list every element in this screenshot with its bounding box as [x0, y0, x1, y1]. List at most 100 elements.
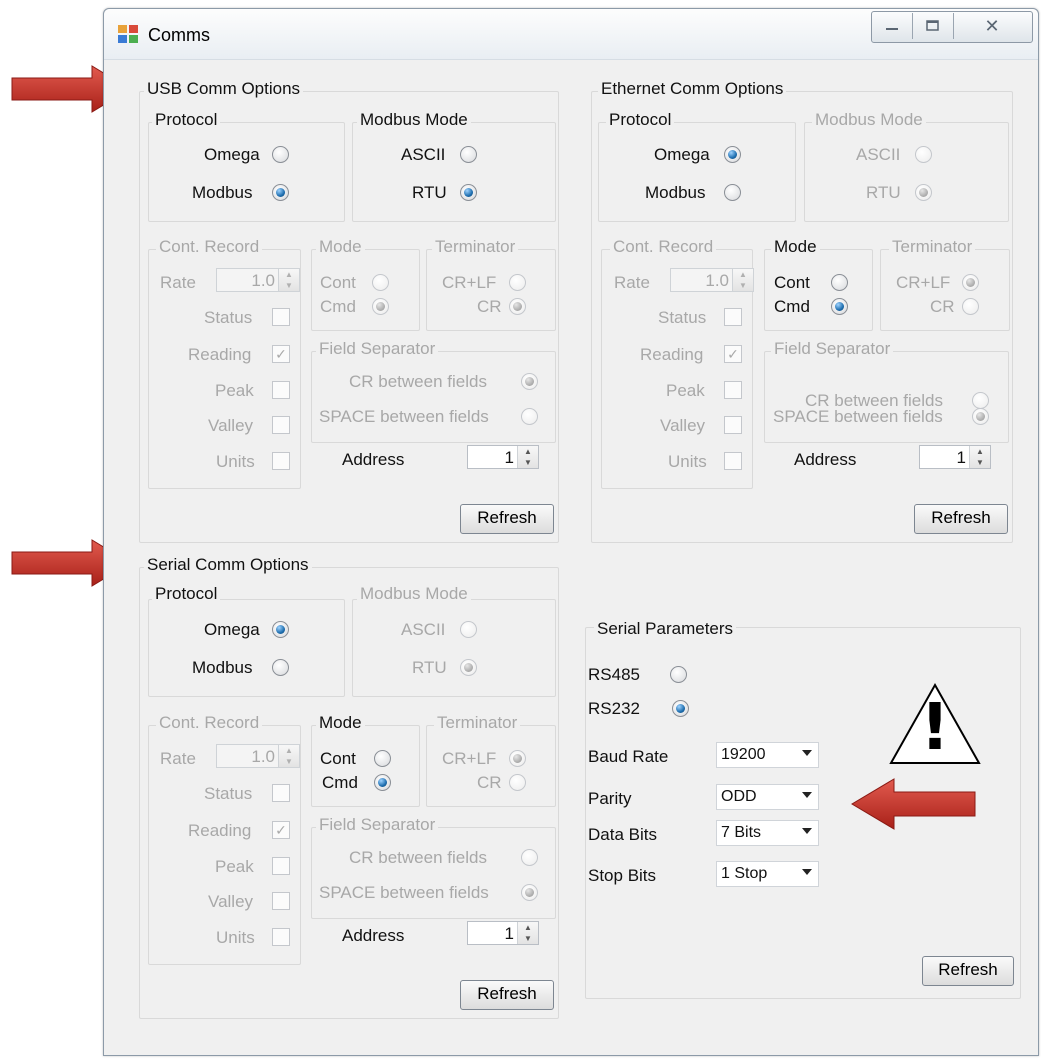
maximize-button[interactable] [913, 11, 953, 41]
serial-cr-radio[interactable] [509, 774, 526, 791]
rs232-radio[interactable] [672, 700, 689, 717]
serial-address-spinner[interactable]: 1 ▲ ▼ [467, 921, 539, 945]
serial-modbus-radio[interactable] [272, 659, 289, 676]
ethernet-rate-spinner[interactable]: 1.0 ▲ ▼ [670, 268, 754, 292]
usb-cr-between-radio[interactable] [521, 373, 538, 390]
serial-refresh-button[interactable]: Refresh [460, 980, 554, 1010]
serial-crlf-radio[interactable] [509, 750, 526, 767]
serial-units-checkbox[interactable] [272, 928, 290, 946]
ethernet-peak-checkbox[interactable] [724, 381, 742, 399]
close-icon: ✕ [984, 15, 1000, 36]
usb-units-checkbox[interactable] [272, 452, 290, 470]
usb-cr-radio[interactable] [509, 298, 526, 315]
usb-address-value: 1 [504, 448, 514, 467]
usb-cmd-radio[interactable] [372, 298, 389, 315]
data-bits-select[interactable]: 7 Bits [716, 820, 819, 846]
spin-down-icon: ▼ [285, 281, 293, 290]
serial-space-between-radio[interactable] [521, 884, 538, 901]
usb-rate-value: 1.0 [251, 271, 275, 290]
stop-bits-label: Stop Bits [588, 866, 657, 885]
serial-cmd-label: Cmd [322, 773, 358, 792]
usb-status-checkbox[interactable] [272, 308, 290, 326]
ethernet-rtu-radio[interactable] [915, 184, 932, 201]
spin-down-icon: ▼ [524, 458, 532, 467]
stop-bits-select[interactable]: 1 Stop [716, 861, 819, 887]
serial-rtu-radio[interactable] [460, 659, 477, 676]
serial-address-spin-arrows[interactable]: ▲ ▼ [517, 922, 538, 944]
serial-cr-label: CR [477, 773, 502, 792]
usb-units-label: Units [216, 452, 255, 471]
usb-valley-label: Valley [208, 416, 254, 435]
usb-rtu-radio[interactable] [460, 184, 477, 201]
parity-select[interactable]: ODD [716, 784, 819, 810]
usb-address-spinner[interactable]: 1 ▲ ▼ [467, 445, 539, 469]
data-bits-label: Data Bits [588, 825, 657, 844]
usb-protocol-title: Protocol [152, 110, 221, 130]
close-button[interactable]: ✕ [954, 11, 1030, 41]
serial-rate-spinner[interactable]: 1.0 ▲ ▼ [216, 744, 300, 768]
ethernet-refresh-button[interactable]: Refresh [914, 504, 1008, 534]
rs485-radio[interactable] [670, 666, 687, 683]
usb-crlf-radio[interactable] [509, 274, 526, 291]
serial-cr-between-radio[interactable] [521, 849, 538, 866]
serial-parameters-refresh-button[interactable]: Refresh [922, 956, 1014, 986]
usb-reading-checkbox[interactable]: ✓ [272, 345, 290, 363]
ethernet-cmd-radio[interactable] [831, 298, 848, 315]
serial-cont-radio[interactable] [374, 750, 391, 767]
ethernet-units-checkbox[interactable] [724, 452, 742, 470]
ethernet-status-checkbox[interactable] [724, 308, 742, 326]
serial-cmd-radio[interactable] [374, 774, 391, 791]
ethernet-cont-radio[interactable] [831, 274, 848, 291]
usb-omega-radio[interactable] [272, 146, 289, 163]
ethernet-cr-between-radio[interactable] [972, 392, 989, 409]
usb-field-separator-group [311, 351, 556, 443]
usb-modbus-radio[interactable] [272, 184, 289, 201]
app-icon [118, 25, 138, 43]
usb-rate-spinner[interactable]: 1.0 ▲ ▼ [216, 268, 300, 292]
usb-ascii-label: ASCII [401, 145, 446, 164]
serial-rate-spin-arrows[interactable]: ▲ ▼ [278, 745, 299, 767]
ethernet-crlf-radio[interactable] [962, 274, 979, 291]
usb-ascii-radio[interactable] [460, 146, 477, 163]
rs232-label: RS232 [588, 699, 640, 718]
usb-valley-checkbox[interactable] [272, 416, 290, 434]
usb-cont-label: Cont [320, 273, 356, 292]
ethernet-cr-radio[interactable] [962, 298, 979, 315]
serial-comm-options-title: Serial Comm Options [144, 555, 312, 575]
serial-valley-label: Valley [208, 892, 254, 911]
serial-status-checkbox[interactable] [272, 784, 290, 802]
parity-value: ODD [721, 788, 757, 805]
warning-exclamation: ! [920, 691, 950, 765]
ethernet-reading-checkbox[interactable]: ✓ [724, 345, 742, 363]
serial-ascii-radio[interactable] [460, 621, 477, 638]
serial-mode-title: Mode [316, 713, 365, 733]
ethernet-modbus-radio[interactable] [724, 184, 741, 201]
serial-valley-checkbox[interactable] [272, 892, 290, 910]
serial-omega-radio[interactable] [272, 621, 289, 638]
baud-rate-label: Baud Rate [588, 747, 669, 766]
serial-reading-label: Reading [188, 821, 252, 840]
ethernet-space-between-radio[interactable] [972, 408, 989, 425]
ethernet-omega-radio[interactable] [724, 146, 741, 163]
usb-cont-radio[interactable] [372, 274, 389, 291]
ethernet-modbus-label: Modbus [645, 183, 706, 202]
usb-address-spin-arrows[interactable]: ▲ ▼ [517, 446, 538, 468]
serial-reading-checkbox[interactable]: ✓ [272, 821, 290, 839]
baud-rate-select[interactable]: 19200 [716, 742, 819, 768]
ethernet-rate-spin-arrows[interactable]: ▲ ▼ [732, 269, 753, 291]
ethernet-ascii-radio[interactable] [915, 146, 932, 163]
ethernet-address-spin-arrows[interactable]: ▲ ▼ [969, 446, 990, 468]
serial-cr-between-label: CR between fields [349, 848, 487, 867]
usb-address-label: Address [342, 450, 405, 469]
serial-modbus-mode-title: Modbus Mode [357, 584, 471, 604]
ethernet-address-spinner[interactable]: 1 ▲ ▼ [919, 445, 991, 469]
usb-rate-spin-arrows[interactable]: ▲ ▼ [278, 269, 299, 291]
usb-peak-checkbox[interactable] [272, 381, 290, 399]
ethernet-valley-checkbox[interactable] [724, 416, 742, 434]
usb-refresh-button[interactable]: Refresh [460, 504, 554, 534]
usb-protocol-group [148, 122, 345, 222]
usb-space-between-radio[interactable] [521, 408, 538, 425]
serial-peak-checkbox[interactable] [272, 857, 290, 875]
minimize-button[interactable] [872, 11, 912, 41]
serial-address-label: Address [342, 926, 405, 945]
